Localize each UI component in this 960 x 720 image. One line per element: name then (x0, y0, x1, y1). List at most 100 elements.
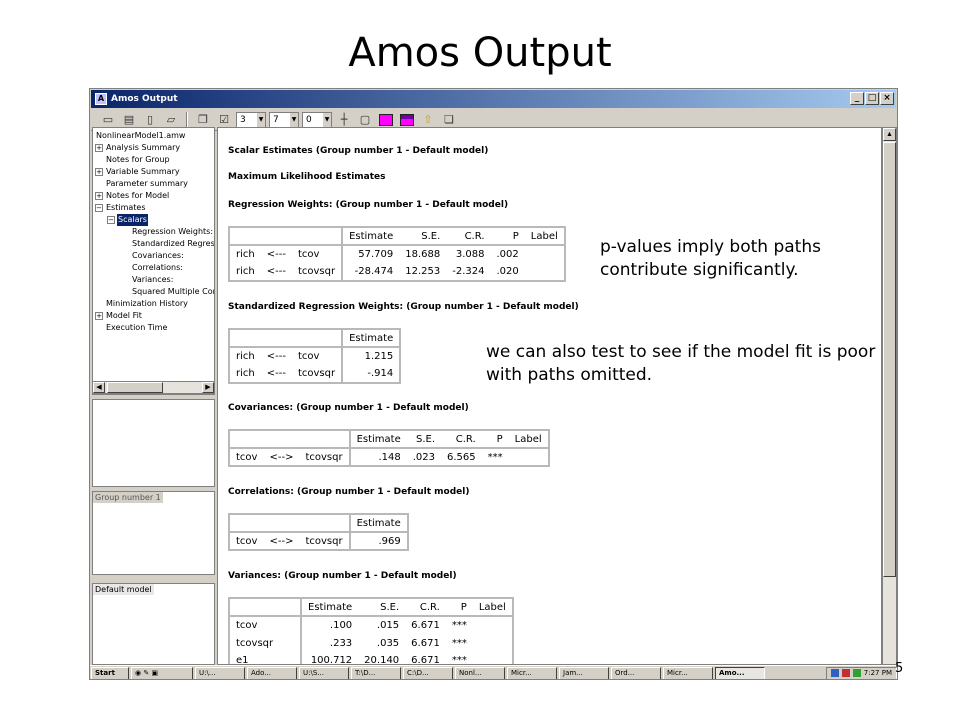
taskbar-item[interactable]: U:\... (195, 666, 245, 679)
table-cell: rich (236, 266, 255, 277)
table-header: Estimate (349, 514, 408, 533)
table-cell: 100.712 (310, 655, 353, 665)
scroll-up-icon[interactable]: ▲ (883, 128, 896, 141)
shortcut-icon[interactable]: ▣ (151, 669, 158, 677)
antivirus-icon[interactable] (841, 669, 850, 677)
decimals-spinner[interactable]: 3 ▼ (236, 111, 266, 128)
table-cell: .020 (496, 266, 519, 277)
tree-item-variable-summary[interactable]: + Variable Summary (95, 166, 181, 178)
scroll-left-icon[interactable]: ◀ (93, 382, 105, 393)
spinner-arrow-icon[interactable]: ▼ (323, 112, 331, 127)
spinner-arrow-icon[interactable]: ▼ (290, 112, 298, 127)
table-color-icon[interactable] (377, 112, 395, 128)
taskbar-item[interactable]: T:\D... (351, 666, 401, 679)
tree-item-analysis-summary[interactable]: + Analysis Summary (95, 142, 181, 154)
expand-icon[interactable]: + (95, 167, 103, 176)
table-header: P (490, 227, 525, 246)
content-vertical-scrollbar[interactable]: ▲ (882, 127, 897, 665)
tree-item-notes-for-model[interactable]: + Notes for Model (95, 190, 170, 202)
heading-standardized-regression-weights: Standardized Regression Weights: (Group … (228, 302, 579, 312)
tree-item-covariances[interactable]: Covariances: (131, 250, 185, 262)
taskbar-item[interactable]: Micr... (507, 666, 557, 679)
network-icon[interactable] (830, 669, 839, 677)
tree-item-model-fit[interactable]: + Model Fit (95, 310, 143, 322)
table-cell (473, 652, 513, 664)
table-header (229, 598, 302, 617)
shortcut-icon[interactable]: ✎ (143, 669, 149, 677)
table-cell: tcovsqr (299, 532, 351, 550)
clock[interactable]: 7:27 PM (864, 668, 892, 679)
tree-item-correlations[interactable]: Correlations: (131, 262, 184, 274)
collapse-icon[interactable]: − (95, 203, 103, 212)
correlations-table: Estimate tcov <--> tcovsqr .969 (228, 513, 409, 551)
browser-icon[interactable]: ◉ (135, 669, 141, 677)
group-panel[interactable]: Group number 1 (92, 491, 215, 575)
copy-icon[interactable]: ❐ (194, 112, 212, 128)
up-arrow-icon[interactable]: ⇧ (419, 112, 437, 128)
collapse-icon[interactable]: − (107, 215, 115, 224)
model-panel[interactable]: Default model (92, 583, 215, 665)
table-cell: rich (236, 351, 255, 362)
taskbar-item[interactable]: Ado... (247, 666, 297, 679)
taskbar-item[interactable]: Jam... (559, 666, 609, 679)
tree-item-file[interactable]: NonlinearModel1.amw (95, 130, 186, 142)
group-label[interactable]: Group number 1 (93, 492, 163, 503)
tree-item-variances[interactable]: Variances: (131, 274, 174, 286)
expand-icon[interactable]: + (95, 143, 103, 152)
minimize-button[interactable]: _ (850, 92, 864, 105)
table-header: P (481, 430, 509, 449)
table-cell: tcovsqr (229, 634, 302, 652)
tree-item-squared-multiple-correlations[interactable]: Squared Multiple Corre (131, 286, 214, 298)
close-button[interactable]: × (880, 92, 894, 105)
table-cell: -2.324 (452, 266, 485, 277)
expand-icon[interactable]: + (95, 311, 103, 320)
taskbar-item[interactable]: Nonl... (455, 666, 505, 679)
table-cell: 6.671 (411, 655, 440, 665)
spinner-arrow-icon[interactable]: ▼ (257, 112, 265, 127)
volume-icon[interactable] (852, 669, 861, 677)
table-border-icon[interactable]: ▢ (356, 112, 374, 128)
tree-item-execution-time[interactable]: Execution Time (105, 322, 168, 334)
table-cell: <--> (269, 535, 294, 547)
print-preview-icon[interactable]: ▭ (99, 112, 117, 128)
maximize-button[interactable]: □ (865, 92, 879, 105)
grid-lines-icon[interactable]: ┼ (335, 112, 353, 128)
taskbar-item[interactable]: C:\D... (403, 666, 453, 679)
taskbar-item[interactable]: Micr... (663, 666, 713, 679)
tree-horizontal-scrollbar[interactable]: ◀ ▶ (92, 381, 215, 394)
tree-item-minimization-history[interactable]: Minimization History (105, 298, 189, 310)
scroll-thumb[interactable] (107, 382, 163, 393)
taskbar-item[interactable]: Ord... (611, 666, 661, 679)
header-color-icon[interactable] (398, 112, 416, 128)
model-label[interactable]: Default model (93, 584, 154, 595)
table-row: rich <--- tcovsqr -.914 (229, 365, 400, 383)
tree-item-regression-weights[interactable]: Regression Weights: (131, 226, 214, 238)
tree-item-estimates[interactable]: − Estimates (95, 202, 147, 214)
taskbar-item[interactable]: U:\S... (299, 666, 349, 679)
print-icon[interactable]: ▤ (120, 112, 138, 128)
scroll-right-icon[interactable]: ▶ (202, 382, 214, 393)
table-cell: 57.709 (358, 249, 394, 260)
tree-item-parameter-summary[interactable]: Parameter summary (105, 178, 189, 190)
taskbar-item-active[interactable]: Amo... (715, 666, 765, 679)
tree-item-standardized-regression[interactable]: Standardized Regress (131, 238, 214, 250)
options-icon[interactable]: ☑ (215, 112, 233, 128)
table-cell: .148 (378, 451, 401, 463)
table-cell: 18.688 (405, 249, 441, 260)
table-width-spinner[interactable]: 0 ▼ (302, 111, 332, 128)
table-cell: *** (451, 655, 467, 665)
table-cell: 1.215 (364, 351, 394, 362)
window-titlebar[interactable]: A Amos Output _ □ × (91, 90, 896, 108)
help-book-icon[interactable]: ❏ (440, 112, 458, 128)
table-cell: *** (451, 637, 467, 649)
column-spacing-spinner[interactable]: 7 ▼ (269, 111, 299, 128)
expand-icon[interactable]: + (95, 191, 103, 200)
table-width-value: 0 (306, 114, 312, 125)
book-icon[interactable]: ▯ (141, 112, 159, 128)
tree-item-notes-for-group[interactable]: Notes for Group (105, 154, 171, 166)
slide-title: Amos Output (348, 30, 612, 76)
open-folder-icon[interactable]: ▱ (162, 112, 180, 128)
start-button[interactable]: Start (91, 666, 129, 679)
table-row: tcov .100 .015 6.671 *** (229, 616, 513, 634)
tree-item-scalars[interactable]: − Scalars (107, 214, 148, 226)
